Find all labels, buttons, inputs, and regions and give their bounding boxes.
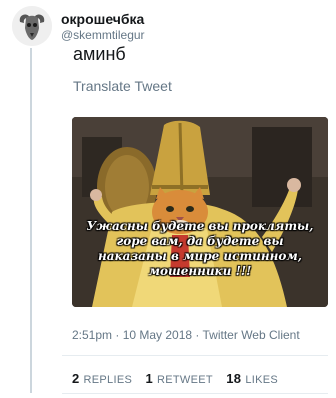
tweet-image[interactable]: Ужасны будете вы прокляты, горе вам, да … [72,117,328,307]
replies-count: 2 [72,371,80,386]
likes-stat[interactable]: 18 LIKES [226,371,278,386]
display-name[interactable]: окрошечбка [61,11,144,27]
retweets-count: 1 [145,371,153,386]
user-handle[interactable]: @skemmtilegur [61,28,145,42]
retweets-label: RETWEET [157,374,213,386]
likes-count: 18 [226,371,242,386]
image-caption: Ужасны будете вы прокляты, горе вам, да … [86,219,314,278]
thread-line [30,48,32,393]
tweet-stats: 2 REPLIES 1 RETWEET 18 LIKES [72,371,288,386]
tweet-timestamp[interactable]: 2:51pm · 10 May 2018 · Twitter Web Clien… [72,328,300,342]
likes-label: LIKES [245,374,278,386]
avatar[interactable] [12,6,52,46]
ram-skull-icon [12,6,52,46]
stats-divider-bottom [62,393,328,394]
replies-label: REPLIES [83,374,133,386]
replies-stat[interactable]: 2 REPLIES [72,371,133,386]
retweets-stat[interactable]: 1 RETWEET [145,371,213,386]
stats-divider-top [62,355,328,356]
tweet-text: аминб [73,44,126,64]
translate-tweet-link[interactable]: Translate Tweet [73,78,172,94]
